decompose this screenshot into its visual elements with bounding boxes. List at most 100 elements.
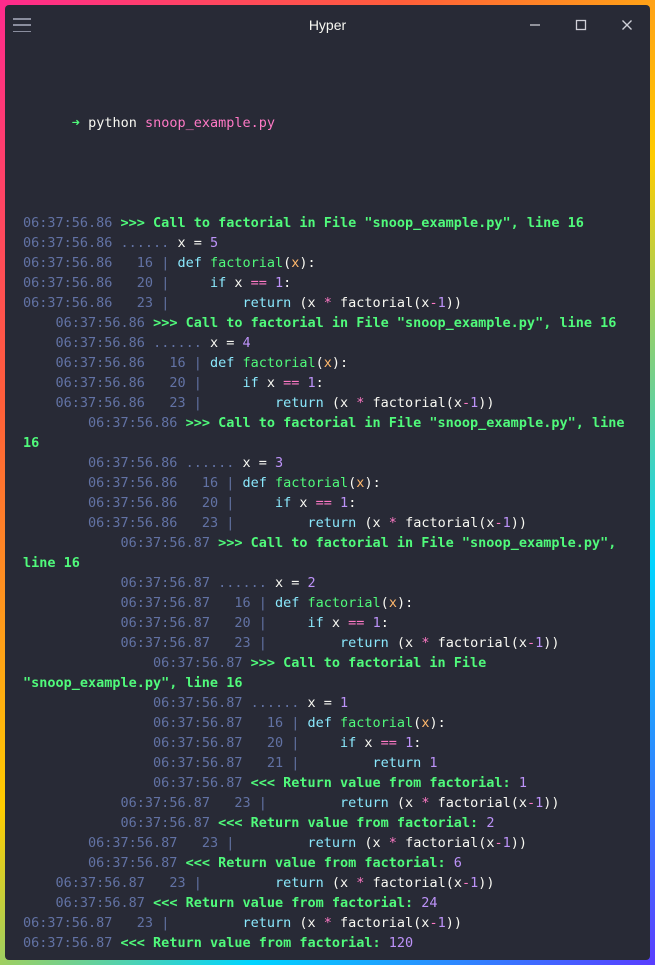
trace-segment: )) bbox=[511, 835, 527, 851]
trace-line: 06:37:56.86 16 | def factorial(x): bbox=[23, 253, 632, 273]
trace-line: 06:37:56.87 20 | if x == 1: bbox=[23, 733, 632, 753]
trace-segment: 06:37:56.87 bbox=[23, 735, 267, 751]
trace-segment: : bbox=[348, 495, 356, 511]
trace-segment: | bbox=[218, 835, 307, 851]
trace-segment: <<< Return value from factorial: bbox=[218, 815, 486, 831]
trace-segment: 06:37:56.87 bbox=[23, 835, 202, 851]
trace-segment: | bbox=[251, 595, 275, 611]
trace-segment: <<< Return value from factorial: bbox=[153, 895, 421, 911]
trace-segment: 5 bbox=[210, 235, 218, 251]
trace-line: 06:37:56.86 16 | def factorial(x): bbox=[23, 473, 632, 493]
trace-segment: - bbox=[429, 295, 437, 311]
trace-line: 06:37:56.87 23 | return (x * factorial(x… bbox=[23, 833, 632, 853]
trace-segment: 20 bbox=[267, 735, 283, 751]
trace-line: 06:37:56.87 23 | return (x * factorial(x… bbox=[23, 873, 632, 893]
trace-segment: 06:37:56.87 bbox=[23, 775, 251, 791]
trace-segment: 06:37:56.87 bbox=[23, 535, 218, 551]
trace-segment: - bbox=[527, 635, 535, 651]
trace-segment: 16 bbox=[169, 355, 185, 371]
trace-segment: x bbox=[267, 375, 283, 391]
maximize-button[interactable] bbox=[558, 5, 604, 45]
trace-line: 06:37:56.86 ...... x = 5 bbox=[23, 233, 632, 253]
trace-segment: 06:37:56.86 bbox=[23, 275, 137, 291]
trace-line: 06:37:56.86 20 | if x == 1: bbox=[23, 273, 632, 293]
trace-segment: 23 bbox=[202, 515, 218, 531]
trace-segment: : bbox=[413, 735, 421, 751]
trace-line: 06:37:56.86 ...... x = 3 bbox=[23, 453, 632, 473]
trace-segment: >>> Call to factorial in File "snoop_exa… bbox=[121, 215, 584, 231]
trace-segment: factorial(x bbox=[332, 295, 430, 311]
trace-segment: )) bbox=[478, 875, 494, 891]
trace-segment: 06:37:56.86 bbox=[23, 295, 137, 311]
trace-segment: if bbox=[242, 375, 266, 391]
trace-line: 06:37:56.87 20 | if x == 1: bbox=[23, 613, 632, 633]
trace-segment: 23 bbox=[234, 795, 250, 811]
trace-segment: 1 bbox=[340, 695, 348, 711]
trace-line: 06:37:56.87 16 | def factorial(x): bbox=[23, 593, 632, 613]
trace-segment: | bbox=[218, 495, 275, 511]
trace-segment: if bbox=[210, 275, 234, 291]
trace-segment: : bbox=[316, 375, 324, 391]
trace-line: 06:37:56.86 >>> Call to factorial in Fil… bbox=[23, 313, 632, 333]
trace-segment: 1 bbox=[373, 615, 381, 631]
trace-segment: factorial bbox=[308, 595, 381, 611]
window-title: Hyper bbox=[309, 17, 346, 33]
trace-segment: 06:37:56.87 bbox=[23, 595, 234, 611]
trace-segment: 1 bbox=[519, 775, 527, 791]
trace-segment: 4 bbox=[242, 335, 250, 351]
trace-segment: 23 bbox=[234, 635, 250, 651]
trace-segment: | bbox=[251, 795, 340, 811]
trace-segment: * bbox=[389, 515, 397, 531]
trace-segment: 06:37:56.87 bbox=[23, 575, 218, 591]
trace-segment: | bbox=[153, 915, 242, 931]
trace-segment: 1 bbox=[438, 295, 446, 311]
trace-segment: <<< Return value from factorial: bbox=[186, 855, 454, 871]
trace-line: 06:37:56.86 23 | return (x * factorial(x… bbox=[23, 293, 632, 313]
trace-line: 06:37:56.87 23 | return (x * factorial(x… bbox=[23, 793, 632, 813]
trace-segment: )) bbox=[446, 295, 462, 311]
terminal-body[interactable]: ➜ python snoop_example.py 06:37:56.86 >>… bbox=[5, 45, 650, 960]
trace-segment: : bbox=[381, 615, 389, 631]
trace-segment: def bbox=[242, 475, 275, 491]
trace-line: 06:37:56.87 <<< Return value from factor… bbox=[23, 853, 632, 873]
trace-segment: (x bbox=[299, 915, 323, 931]
trace-segment: : bbox=[283, 275, 291, 291]
trace-segment: | bbox=[283, 715, 307, 731]
trace-segment: factorial bbox=[242, 355, 315, 371]
trace-line: 06:37:56.87 <<< Return value from factor… bbox=[23, 773, 632, 793]
trace-segment: (x bbox=[332, 395, 356, 411]
trace-segment: 23 bbox=[169, 875, 185, 891]
minimize-button[interactable] bbox=[512, 5, 558, 45]
trace-segment: 06:37:56.86 bbox=[23, 375, 169, 391]
trace-segment: 20 bbox=[202, 495, 218, 511]
trace-segment: 06:37:56.87 bbox=[23, 755, 267, 771]
trace-segment: 06:37:56.86 bbox=[23, 235, 121, 251]
trace-segment: ): bbox=[332, 355, 348, 371]
trace-segment: return bbox=[242, 295, 299, 311]
trace-segment: 23 bbox=[202, 835, 218, 851]
trace-segment: 06:37:56.87 bbox=[23, 875, 169, 891]
trace-line: 06:37:56.86 23 | return (x * factorial(x… bbox=[23, 513, 632, 533]
trace-segment: ( bbox=[381, 595, 389, 611]
trace-segment: 21 bbox=[267, 755, 283, 771]
trace-segment: 06:37:56.86 bbox=[23, 315, 153, 331]
trace-segment: x = bbox=[308, 695, 341, 711]
trace-segment: 1 bbox=[429, 755, 437, 771]
trace-line: 06:37:56.86 >>> Call to factorial in Fil… bbox=[23, 213, 632, 233]
trace-segment: 06:37:56.86 bbox=[23, 495, 202, 511]
menu-icon[interactable] bbox=[13, 18, 31, 32]
trace-segment: return bbox=[275, 875, 332, 891]
trace-segment: | bbox=[283, 755, 372, 771]
window-controls bbox=[512, 5, 650, 45]
trace-segment: | bbox=[186, 395, 275, 411]
trace-segment: return bbox=[275, 395, 332, 411]
trace-line: 06:37:56.87 >>> Call to factorial in Fil… bbox=[23, 653, 632, 693]
trace-segment: 06:37:56.86 bbox=[23, 515, 202, 531]
close-button[interactable] bbox=[604, 5, 650, 45]
trace-segment: ( bbox=[316, 355, 324, 371]
trace-segment: factorial(x bbox=[429, 635, 527, 651]
trace-segment: * bbox=[324, 295, 332, 311]
trace-segment: ): bbox=[364, 475, 380, 491]
trace-segment: ): bbox=[397, 595, 413, 611]
trace-segment: if bbox=[275, 495, 299, 511]
